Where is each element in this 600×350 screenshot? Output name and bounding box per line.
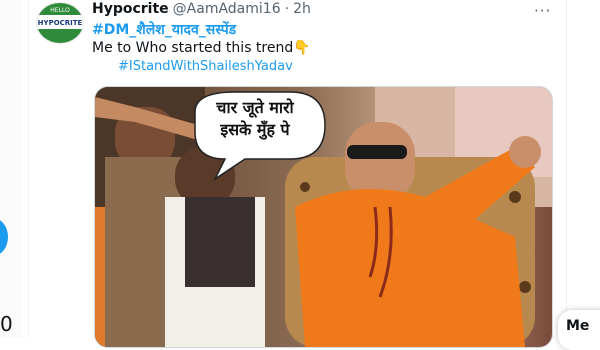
avatar[interactable]: HELLO HYPOCRITE <box>36 2 84 44</box>
tweet-media-image[interactable]: चार जूते मारो इसके मुँह पे <box>94 86 553 348</box>
avatar-text-top: HELLO <box>50 7 70 14</box>
messages-drawer[interactable]: Me <box>558 310 600 350</box>
avatar-text-main: HYPOCRITE <box>38 19 83 27</box>
tweet-text: Me to Who started this trend👇 <box>92 40 311 56</box>
more-options-icon[interactable]: ··· <box>534 2 551 20</box>
messages-drawer-label: Me <box>566 318 590 334</box>
tweet-header: Hypocrite @AamAdami16 · 2h <box>92 0 311 18</box>
speech-bubble-line1: चार जूते मारो <box>216 98 294 117</box>
timeline-border-left <box>28 0 29 338</box>
display-name[interactable]: Hypocrite <box>92 1 169 17</box>
hashtag-istand-link[interactable]: #IStandWithShaileshYadav <box>118 59 293 74</box>
timeline-border-right <box>566 0 567 338</box>
avatar-logo: HELLO HYPOCRITE <box>37 3 83 43</box>
hashtag-dm-link[interactable]: #DM_शैलेश_यादव_सस्पेंड <box>92 20 236 39</box>
timestamp[interactable]: 2h <box>293 1 311 17</box>
left-count: 0 <box>0 312 13 336</box>
user-handle[interactable]: @AamAdami16 <box>173 1 281 17</box>
left-column-strip <box>0 0 22 338</box>
separator-dot: · <box>284 1 290 17</box>
media-illustration <box>95 87 552 347</box>
speech-bubble: चार जूते मारो इसके मुँह पे <box>195 97 315 141</box>
speech-bubble-line2: इसके मुँह पे <box>220 120 290 139</box>
